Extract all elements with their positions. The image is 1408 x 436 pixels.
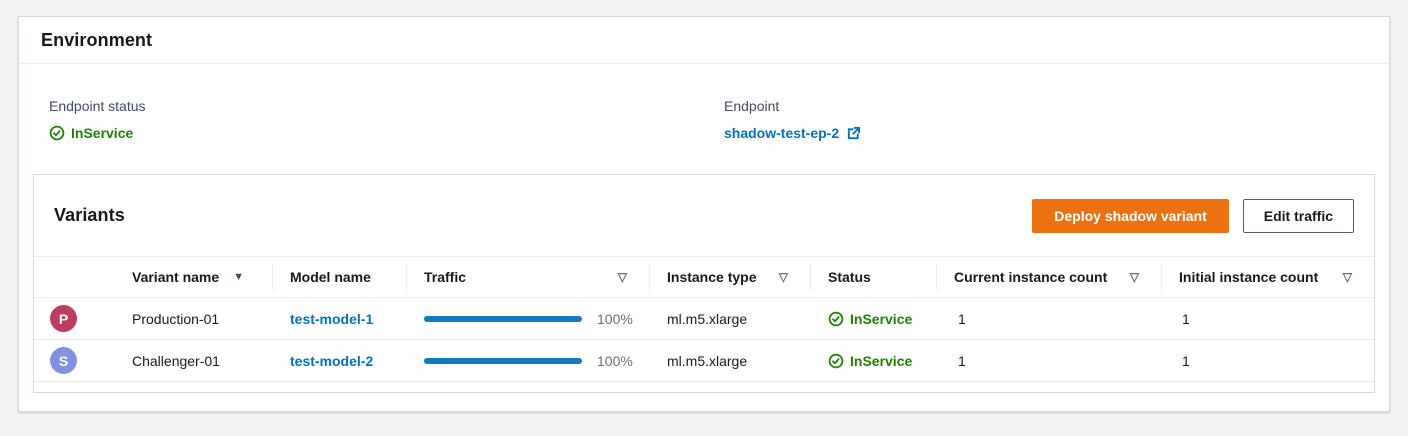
variants-panel-header: Variants Deploy shadow variant Edit traf… <box>34 175 1374 256</box>
col-current-instance-count-label: Current instance count <box>954 269 1107 285</box>
traffic-percent-label: 100% <box>597 353 633 369</box>
variant-badge: S <box>50 347 77 374</box>
col-initial-instance-count-label: Initial instance count <box>1179 269 1318 285</box>
variants-title: Variants <box>54 205 125 226</box>
edit-traffic-button[interactable]: Edit traffic <box>1243 199 1354 233</box>
variants-table: Variant name ▼ Model name Traffic ▽ Inst… <box>34 256 1374 382</box>
traffic-bar-fill <box>424 316 582 322</box>
external-link-icon[interactable] <box>846 126 861 141</box>
col-status-label: Status <box>828 269 871 285</box>
sort-desc-icon[interactable]: ▼ <box>233 272 244 283</box>
instance-type-cell: ml.m5.xlarge <box>649 340 810 381</box>
col-traffic-label: Traffic <box>424 269 466 285</box>
traffic-bar <box>424 316 582 322</box>
page: { "environment": { "title": "Environment… <box>0 0 1408 436</box>
status-check-icon <box>828 353 844 369</box>
col-status: Status <box>810 257 936 297</box>
traffic-cell: 100% <box>406 298 649 339</box>
instance-type-cell: ml.m5.xlarge <box>649 298 810 339</box>
status-check-icon <box>49 125 65 141</box>
deploy-shadow-variant-button[interactable]: Deploy shadow variant <box>1032 199 1228 233</box>
table-header-row: Variant name ▼ Model name Traffic ▽ Inst… <box>34 256 1374 298</box>
traffic-bar-fill <box>424 358 582 364</box>
initial-instance-count-cell: 1 <box>1161 340 1374 381</box>
environment-panel-header: Environment <box>19 17 1389 64</box>
status-value: InService <box>850 311 912 327</box>
model-link[interactable]: test-model-2 <box>290 353 373 369</box>
col-variant-name[interactable]: Variant name ▼ <box>122 257 272 297</box>
status-cell: InService <box>810 298 936 339</box>
status-value: InService <box>850 353 912 369</box>
col-initial-instance-count: Initial instance count ▽ <box>1161 257 1374 297</box>
badge-cell: P <box>34 298 122 339</box>
col-current-instance-count: Current instance count ▽ <box>936 257 1161 297</box>
filter-icon[interactable]: ▽ <box>1343 271 1352 283</box>
environment-title: Environment <box>41 30 152 51</box>
initial-instance-count-cell: 1 <box>1161 298 1374 339</box>
variant-name-cell: Production-01 <box>122 298 272 339</box>
endpoint-status-field: Endpoint status InService <box>49 98 724 174</box>
model-link[interactable]: test-model-1 <box>290 311 373 327</box>
filter-icon[interactable]: ▽ <box>779 271 788 283</box>
badge-cell: S <box>34 340 122 381</box>
col-model-name-label: Model name <box>290 269 371 285</box>
endpoint-status-label: Endpoint status <box>49 98 724 114</box>
traffic-cell: 100% <box>406 340 649 381</box>
col-instance-type-label: Instance type <box>667 269 756 285</box>
endpoint-label: Endpoint <box>724 98 1367 114</box>
endpoint-status-value: InService <box>71 125 133 141</box>
status-cell: InService <box>810 340 936 381</box>
table-row: S Challenger-01 test-model-2 100% ml.m5.… <box>34 340 1374 382</box>
col-model-name: Model name <box>272 257 406 297</box>
environment-details: Endpoint status InService Endpoint shado… <box>19 64 1389 174</box>
variants-panel: Variants Deploy shadow variant Edit traf… <box>33 174 1375 393</box>
model-name-cell: test-model-1 <box>272 298 406 339</box>
current-instance-count-cell: 1 <box>936 298 1161 339</box>
traffic-bar <box>424 358 582 364</box>
endpoint-link[interactable]: shadow-test-ep-2 <box>724 125 839 141</box>
status-check-icon <box>828 311 844 327</box>
filter-icon[interactable]: ▽ <box>618 271 627 283</box>
filter-icon[interactable]: ▽ <box>1130 271 1139 283</box>
current-instance-count-cell: 1 <box>936 340 1161 381</box>
badge-column-header <box>34 257 122 297</box>
col-variant-name-label: Variant name <box>132 269 219 285</box>
variant-name-cell: Challenger-01 <box>122 340 272 381</box>
model-name-cell: test-model-2 <box>272 340 406 381</box>
traffic-percent-label: 100% <box>597 311 633 327</box>
table-row: P Production-01 test-model-1 100% ml.m5.… <box>34 298 1374 340</box>
environment-panel: Environment Endpoint status InService En… <box>18 16 1390 412</box>
endpoint-field: Endpoint shadow-test-ep-2 <box>724 98 1367 174</box>
variant-badge: P <box>50 305 77 332</box>
col-traffic: Traffic ▽ <box>406 257 649 297</box>
col-instance-type: Instance type ▽ <box>649 257 810 297</box>
